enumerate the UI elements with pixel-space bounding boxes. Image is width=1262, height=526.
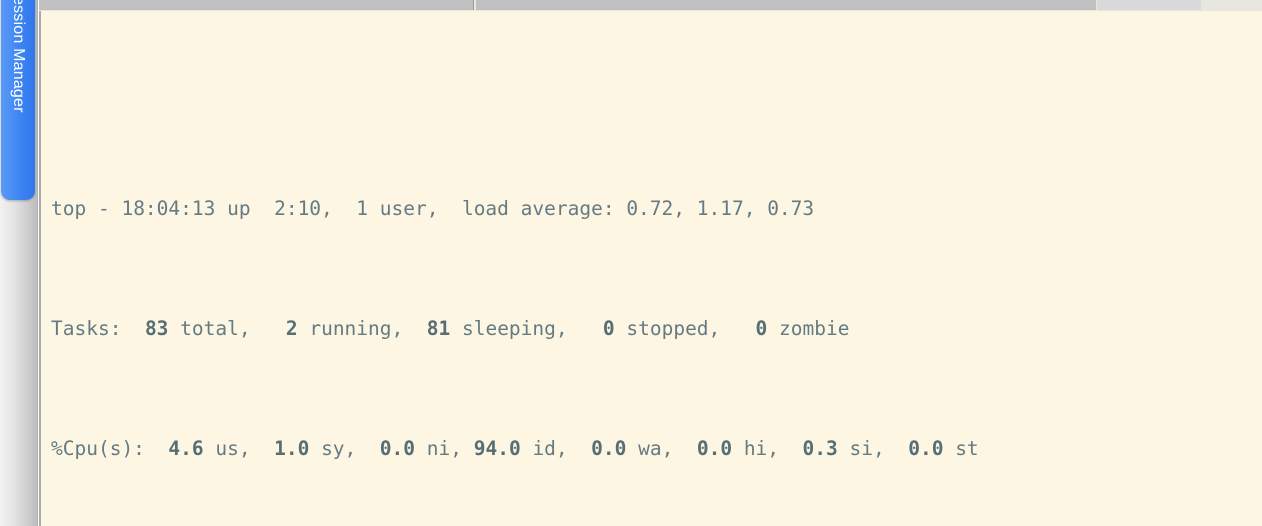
- cpu-wa-value: 0.0: [591, 437, 627, 460]
- tasks-running-value: 2: [285, 317, 298, 340]
- cpu-us-label: us,: [203, 437, 251, 460]
- tasks-running-label: running,: [297, 317, 404, 340]
- cpu-line: %Cpu(s): 4.6 us, 1.0 sy, 0.0 ni, 94.0 id…: [51, 434, 1262, 464]
- top-load-label: load average:: [438, 197, 627, 220]
- tab-strip-segment-3[interactable]: [1097, 0, 1201, 10]
- cpu-si-value: 0.3: [802, 437, 838, 460]
- cpu-id-value: 94.0: [473, 437, 521, 460]
- top-uptime-prefix: top -: [51, 197, 122, 220]
- terminal-output[interactable]: top - 18:04:13 up 2:10, 1 user, load ave…: [39, 11, 1262, 526]
- tasks-total-value: 83: [144, 317, 169, 340]
- session-manager-tab[interactable]: ession Manager: [1, 0, 35, 200]
- tasks-zombie-label: zombie: [767, 317, 850, 340]
- top-up-label: up: [215, 197, 263, 220]
- cpu-wa-label: wa,: [626, 437, 674, 460]
- top-uptime-value: 2:10,: [262, 197, 333, 220]
- cpu-ni-value: 0.0: [379, 437, 416, 460]
- cpu-label: %Cpu(s):: [51, 437, 145, 460]
- top-load-values: 0.72, 1.17, 0.73: [626, 197, 815, 220]
- cpu-si-label: si,: [837, 437, 885, 460]
- cpu-st-label: st: [943, 437, 979, 460]
- top-users: 1 user,: [332, 197, 439, 220]
- session-manager-tab-label: ession Manager: [10, 0, 27, 113]
- tab-strip: [39, 0, 1262, 11]
- tab-strip-segment-2[interactable]: [476, 0, 1096, 10]
- cpu-sy-value: 1.0: [274, 437, 310, 460]
- top-summary: top - 18:04:13 up 2:10, 1 user, load ave…: [41, 101, 1262, 526]
- tasks-stopped-value: 0: [602, 317, 615, 340]
- tasks-label: Tasks:: [51, 317, 122, 340]
- cpu-st-value: 0.0: [908, 437, 944, 460]
- top-uptime-line: top - 18:04:13 up 2:10, 1 user, load ave…: [51, 194, 1262, 224]
- tasks-line: Tasks: 83 total, 2 running, 81 sleeping,…: [51, 314, 1262, 344]
- top-current-time: 18:04:13: [121, 197, 216, 220]
- tasks-sleeping-label: sleeping,: [450, 317, 568, 340]
- cpu-us-value: 4.6: [168, 437, 204, 460]
- tab-strip-segment-1[interactable]: [39, 0, 474, 10]
- cpu-id-label: id,: [520, 437, 568, 460]
- tasks-stopped-label: stopped,: [614, 317, 721, 340]
- cpu-hi-label: hi,: [732, 437, 780, 460]
- cpu-ni-label: ni,: [415, 437, 462, 460]
- tasks-total-label: total,: [168, 317, 251, 340]
- tasks-sleeping-value: 81: [426, 317, 451, 340]
- sidebar-strip: ession Manager: [0, 0, 38, 526]
- cpu-sy-label: sy,: [309, 437, 357, 460]
- cpu-hi-value: 0.0: [696, 437, 733, 460]
- terminal-window: ession Manager top - 18:04:13 up 2:10, 1…: [0, 0, 1262, 526]
- tasks-zombie-value: 0: [755, 317, 768, 340]
